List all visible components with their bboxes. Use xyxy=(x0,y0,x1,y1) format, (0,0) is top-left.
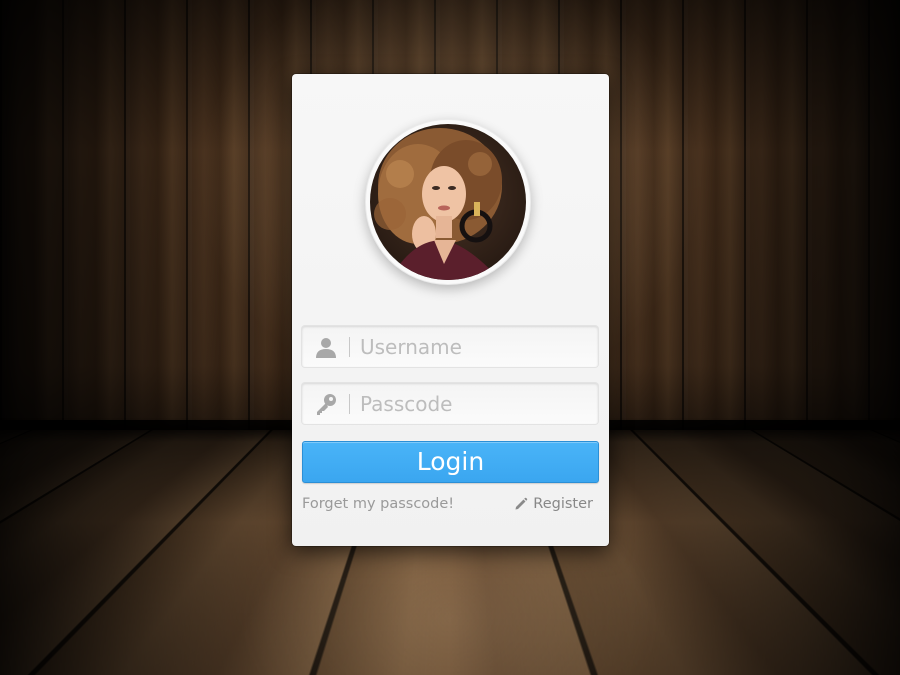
pencil-icon xyxy=(515,497,528,510)
field-divider xyxy=(349,337,350,357)
user-icon xyxy=(316,338,336,358)
register-link[interactable]: Register xyxy=(514,496,593,512)
key-icon xyxy=(317,394,336,415)
register-label: Register xyxy=(533,496,593,512)
avatar xyxy=(365,119,531,285)
passcode-field[interactable] xyxy=(302,383,598,424)
username-input[interactable] xyxy=(360,332,590,361)
passcode-input[interactable] xyxy=(360,389,590,418)
login-button[interactable]: Login xyxy=(302,441,599,483)
login-card: Login Forget my passcode! Register xyxy=(292,74,609,546)
forget-passcode-link[interactable]: Forget my passcode! xyxy=(302,496,454,512)
avatar-photo xyxy=(370,124,526,280)
username-field[interactable] xyxy=(302,326,598,367)
wood-room-background: Login Forget my passcode! Register xyxy=(0,0,900,675)
field-divider xyxy=(349,394,350,414)
